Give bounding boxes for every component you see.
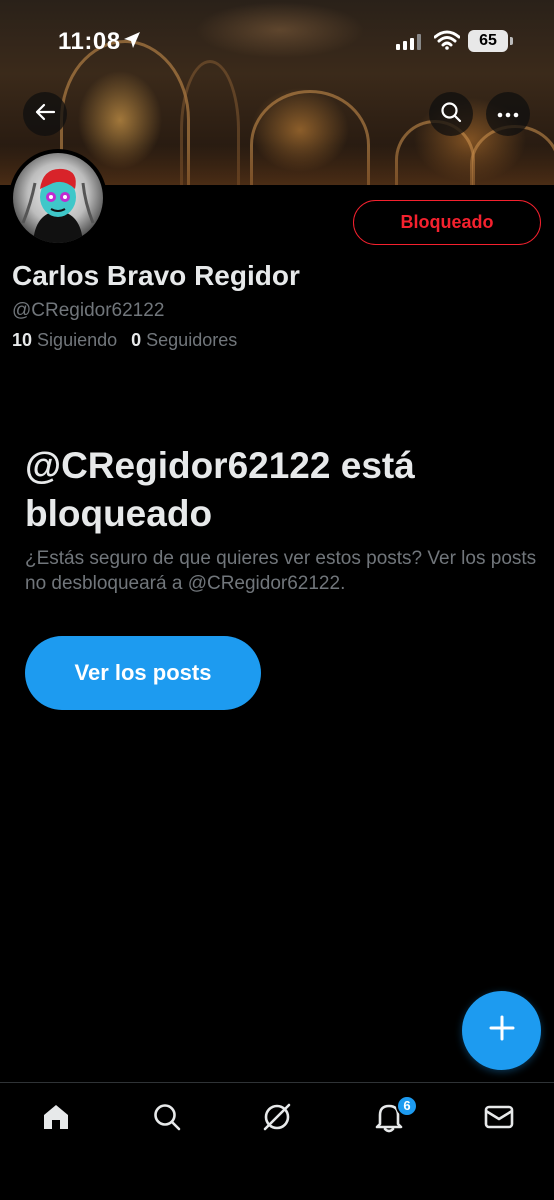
profile-handle: @CRegidor62122 [12, 300, 165, 321]
followers-count: 0 [131, 330, 142, 350]
blocked-button[interactable]: Bloqueado [353, 200, 541, 245]
notifications-badge: 6 [396, 1095, 418, 1117]
search-icon [152, 1102, 182, 1137]
following-label: Siguiendo [37, 330, 118, 350]
status-bar: 11:08 65 [0, 22, 554, 62]
more-options-button[interactable] [486, 92, 530, 136]
avatar-image [13, 153, 103, 243]
nav-messages[interactable] [471, 1097, 527, 1141]
avatar[interactable] [9, 149, 107, 247]
cellular-signal-icon [396, 34, 422, 55]
follow-stats: 10 Siguiendo 0 Seguidores [12, 330, 237, 351]
compose-post-button[interactable] [462, 991, 541, 1070]
nav-grok[interactable] [249, 1097, 305, 1141]
nav-home[interactable] [28, 1097, 84, 1141]
home-icon [40, 1101, 72, 1138]
search-button[interactable] [429, 92, 473, 136]
bottom-navigation [0, 1082, 554, 1200]
following-link[interactable]: 10 Siguiendo [12, 330, 117, 350]
battery-indicator: 65 [468, 30, 508, 52]
mail-icon [483, 1103, 515, 1136]
blocked-notice-description: ¿Estás seguro de que quieres ver estos p… [25, 548, 537, 594]
back-button[interactable] [23, 92, 67, 136]
search-icon [440, 101, 462, 128]
followers-link[interactable]: 0 Seguidores [131, 330, 237, 350]
battery-tip [510, 37, 513, 45]
wifi-icon [433, 30, 461, 55]
plus-icon [488, 1014, 516, 1047]
location-arrow-icon [122, 30, 142, 55]
view-posts-button[interactable]: Ver los posts [25, 636, 261, 710]
nav-search[interactable] [139, 1097, 195, 1141]
status-time: 11:08 [58, 28, 121, 55]
arrow-left-icon [34, 101, 56, 128]
more-horizontal-icon [497, 105, 519, 123]
following-count: 10 [12, 330, 33, 350]
profile-display-name: Carlos Bravo Regidor [12, 260, 300, 291]
grok-icon [261, 1101, 293, 1138]
blocked-notice-title: @CRegidor62122 está bloqueado [25, 445, 415, 534]
followers-label: Seguidores [146, 330, 238, 350]
